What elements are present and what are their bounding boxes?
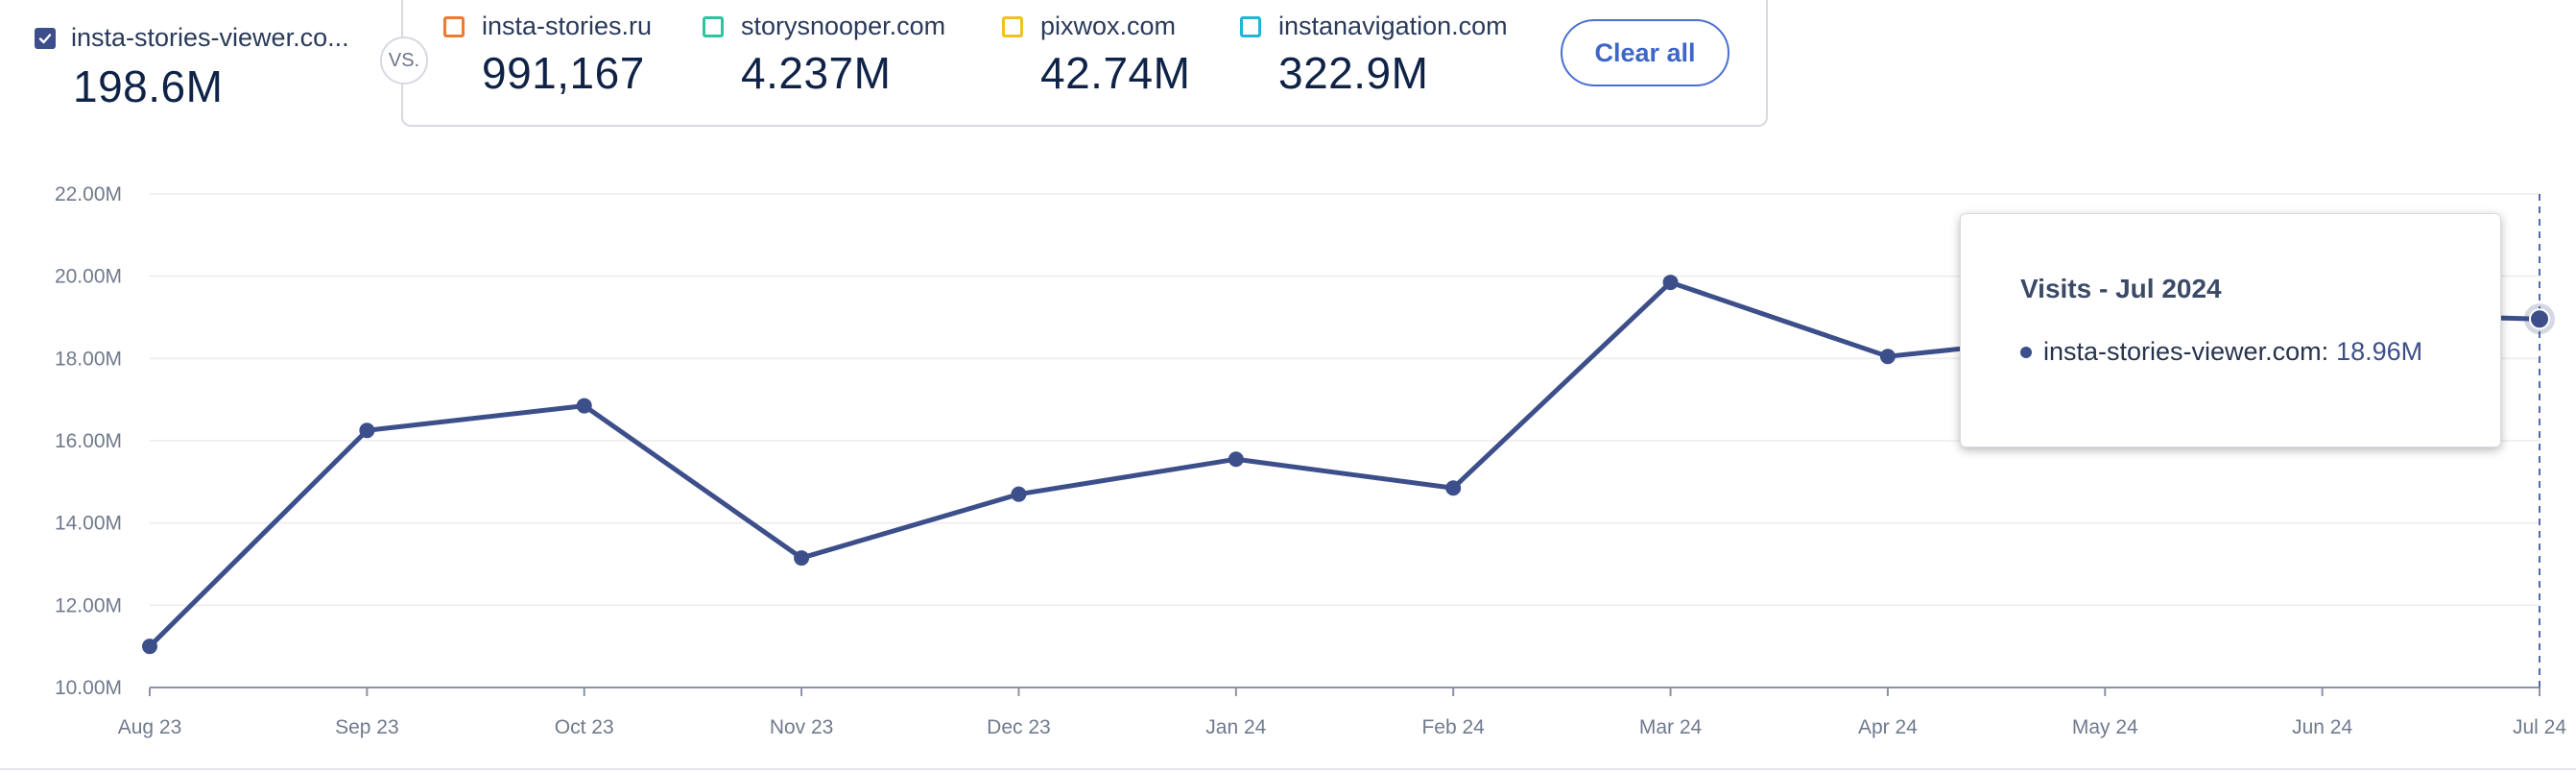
data-point	[794, 550, 810, 567]
competitor-item: pixwox.com 42.74M	[1002, 12, 1190, 99]
competitor-value: 322.9M	[1278, 48, 1429, 98]
y-tick-label: 22.00M	[55, 183, 122, 205]
competitor-value: 42.74M	[1040, 48, 1191, 98]
data-point	[1228, 451, 1244, 468]
tooltip-series-label: insta-stories-viewer.com:	[2043, 337, 2329, 366]
competitor-item: storysnooper.com 4.237M	[703, 12, 945, 99]
y-tick-label: 10.00M	[55, 677, 122, 699]
y-tick-label: 12.00M	[55, 594, 122, 616]
competitor-item: insta-stories.ru 991,167	[443, 12, 652, 99]
y-tick-label: 14.00M	[55, 513, 122, 535]
check-icon	[38, 33, 52, 43]
data-point	[1445, 480, 1462, 496]
competitor-name[interactable]: instanavigation.com	[1278, 12, 1508, 41]
data-point	[1011, 486, 1027, 502]
x-tick-label: Nov 23	[770, 716, 834, 738]
chart-tooltip: Visits - Jul 2024 insta-stories-viewer.c…	[1960, 213, 2501, 447]
x-tick-label: Jul 24	[2513, 716, 2566, 738]
tooltip-value: 18.96M	[2336, 337, 2423, 366]
series-dot-icon	[2020, 346, 2032, 358]
vs-badge: VS.	[380, 36, 428, 84]
competitor-checkbox[interactable]	[443, 15, 465, 37]
primary-site-name[interactable]: insta-stories-viewer.co...	[71, 23, 359, 53]
y-tick-label: 20.00M	[55, 266, 122, 288]
data-point	[576, 398, 592, 414]
x-tick-label: May 24	[2072, 716, 2138, 738]
data-point	[1879, 349, 1896, 365]
x-tick-label: Apr 24	[1858, 716, 1918, 738]
x-tick-label: Jun 24	[2292, 716, 2352, 738]
competitor-name[interactable]: insta-stories.ru	[482, 12, 652, 41]
data-point	[142, 639, 157, 655]
tooltip-title: Visits - Jul 2024	[2020, 274, 2222, 303]
competitor-checkbox[interactable]	[1240, 15, 1261, 37]
competitors-panel: insta-stories.ru 991,167 storysnooper.co…	[401, 0, 1768, 127]
tooltip-row: insta-stories-viewer.com: 18.96M	[2020, 337, 2422, 367]
divider	[0, 768, 2576, 770]
data-point	[1662, 275, 1679, 291]
y-tick-label: 16.00M	[55, 430, 122, 452]
competitor-checkbox[interactable]	[1002, 15, 1023, 37]
x-tick-label: Feb 24	[1421, 716, 1485, 738]
x-tick-label: Sep 23	[335, 716, 399, 738]
competitor-name[interactable]: storysnooper.com	[741, 12, 945, 41]
competitor-name[interactable]: pixwox.com	[1040, 12, 1176, 41]
x-tick-label: Aug 23	[118, 716, 182, 738]
competitor-value: 991,167	[482, 48, 645, 98]
competitor-checkbox[interactable]	[703, 15, 724, 37]
x-tick-label: Oct 23	[555, 716, 614, 738]
primary-site-checkbox[interactable]	[35, 27, 56, 49]
data-point	[359, 422, 375, 439]
x-tick-label: Mar 24	[1639, 716, 1703, 738]
primary-site: insta-stories-viewer.co... 198.6M	[35, 23, 359, 112]
primary-site-value: 198.6M	[73, 61, 224, 111]
competitor-item: instanavigation.com 322.9M	[1240, 12, 1508, 99]
x-tick-label: Jan 24	[1205, 716, 1266, 738]
x-tick-label: Dec 23	[987, 716, 1051, 738]
data-point	[2529, 308, 2550, 330]
y-tick-label: 18.00M	[55, 348, 122, 370]
clear-all-button[interactable]: Clear all	[1561, 19, 1729, 86]
competitor-value: 4.237M	[741, 48, 892, 98]
